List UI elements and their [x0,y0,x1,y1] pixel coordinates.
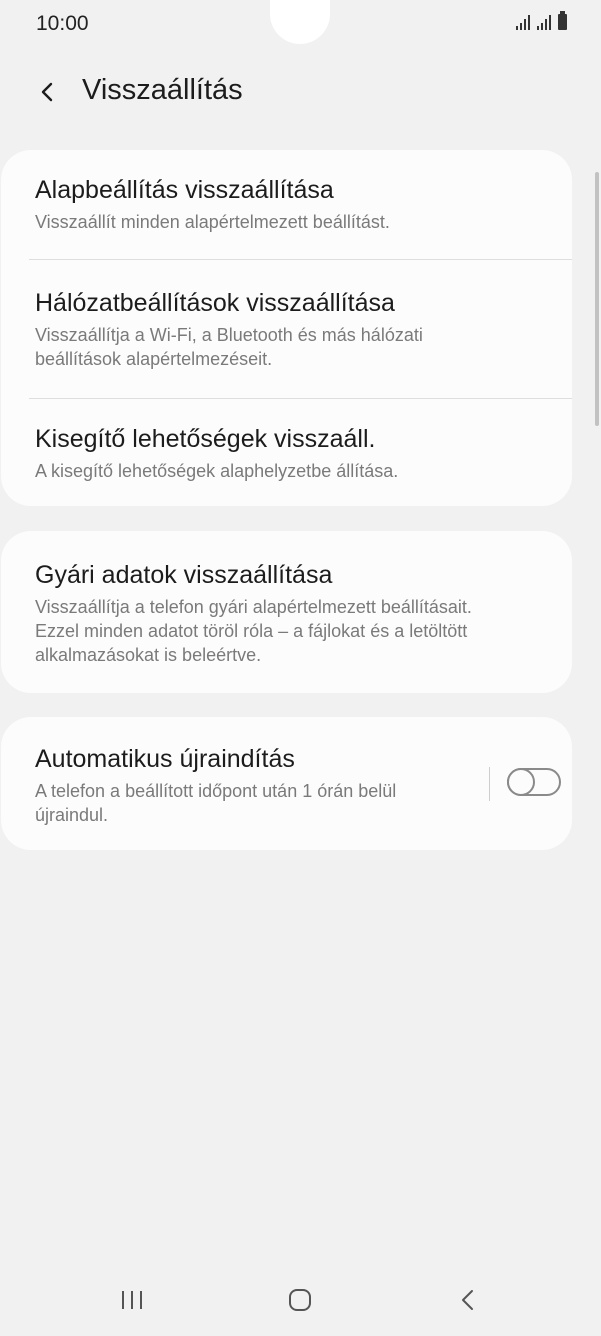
battery-icon [558,11,567,30]
back-button[interactable] [26,70,70,114]
reset-network-title: Hálózatbeállítások visszaállítása [35,289,395,317]
factory-reset-desc: Visszaállítja a telefon gyári alapértelm… [35,595,565,667]
auto-restart-desc: A telefon a beállított időpont után 1 ór… [35,779,475,827]
recent-apps-icon [122,1291,142,1309]
toggle-knob [507,768,535,796]
reset-settings-desc: Visszaállít minden alapértelmezett beáll… [35,212,390,232]
reset-options-card: Alapbeállítás visszaállítása Visszaállít… [1,150,572,506]
auto-restart-toggle[interactable] [507,768,561,796]
auto-restart-item[interactable]: Automatikus újraindítás A telefon a beál… [35,744,475,827]
factory-reset-desc-line2: Ezzel minden adatot töröl róla – a fájlo… [35,621,468,641]
reset-network-item[interactable]: Hálózatbeállítások visszaállítása Vissza… [35,288,565,371]
home-icon [289,1289,311,1311]
reset-accessibility-item[interactable]: Kisegítő lehetőségek visszaáll. A kisegí… [35,424,565,483]
auto-restart-desc-line1: A telefon a beállított időpont után 1 ór… [35,781,397,801]
chevron-left-icon [41,82,53,102]
divider [29,259,572,260]
auto-restart-desc-line2: újraindul. [35,805,109,825]
reset-accessibility-title: Kisegítő lehetőségek visszaáll. [35,425,376,453]
settings-screen: 10:00 Visszaállítás Alapbeállítás vissza… [0,0,601,1336]
reset-accessibility-desc: A kisegítő lehetőségek alaphelyzetbe áll… [35,461,399,481]
home-button[interactable] [270,1275,330,1325]
factory-reset-desc-line1: Visszaállítja a telefon gyári alapértelm… [35,597,472,617]
factory-reset-desc-line3: alkalmazásokat is beleértve. [35,645,262,665]
app-bar: Visszaállítás [0,60,601,124]
status-icons [516,11,567,30]
scrollbar[interactable] [595,172,599,426]
factory-reset-card: Gyári adatok visszaállítása Visszaállítj… [1,531,572,693]
signal-icon [516,14,530,30]
status-time: 10:00 [36,12,89,35]
reset-settings-item[interactable]: Alapbeállítás visszaállítása Visszaállít… [35,175,565,234]
reset-settings-title: Alapbeállítás visszaállítása [35,176,334,204]
back-icon [462,1290,473,1310]
auto-restart-card: Automatikus újraindítás A telefon a beál… [1,717,572,850]
status-bar: 10:00 [0,0,601,52]
divider [29,398,572,399]
navigation-bar [0,1265,601,1336]
nav-back-button[interactable] [438,1275,498,1325]
toggle-separator [489,767,490,801]
reset-network-desc-line2: beállítások alapértelmezéseit. [35,349,273,369]
reset-network-desc-line1: Visszaállítja a Wi-Fi, a Bluetooth és má… [35,325,423,345]
reset-network-desc: Visszaállítja a Wi-Fi, a Bluetooth és má… [35,323,565,371]
recent-apps-button[interactable] [102,1275,162,1325]
signal-icon-sim2 [537,14,551,30]
page-title: Visszaállítás [82,74,243,106]
camera-notch [270,0,330,44]
factory-reset-title: Gyári adatok visszaállítása [35,561,333,589]
factory-reset-item[interactable]: Gyári adatok visszaállítása Visszaállítj… [35,560,565,667]
auto-restart-title: Automatikus újraindítás [35,745,295,773]
